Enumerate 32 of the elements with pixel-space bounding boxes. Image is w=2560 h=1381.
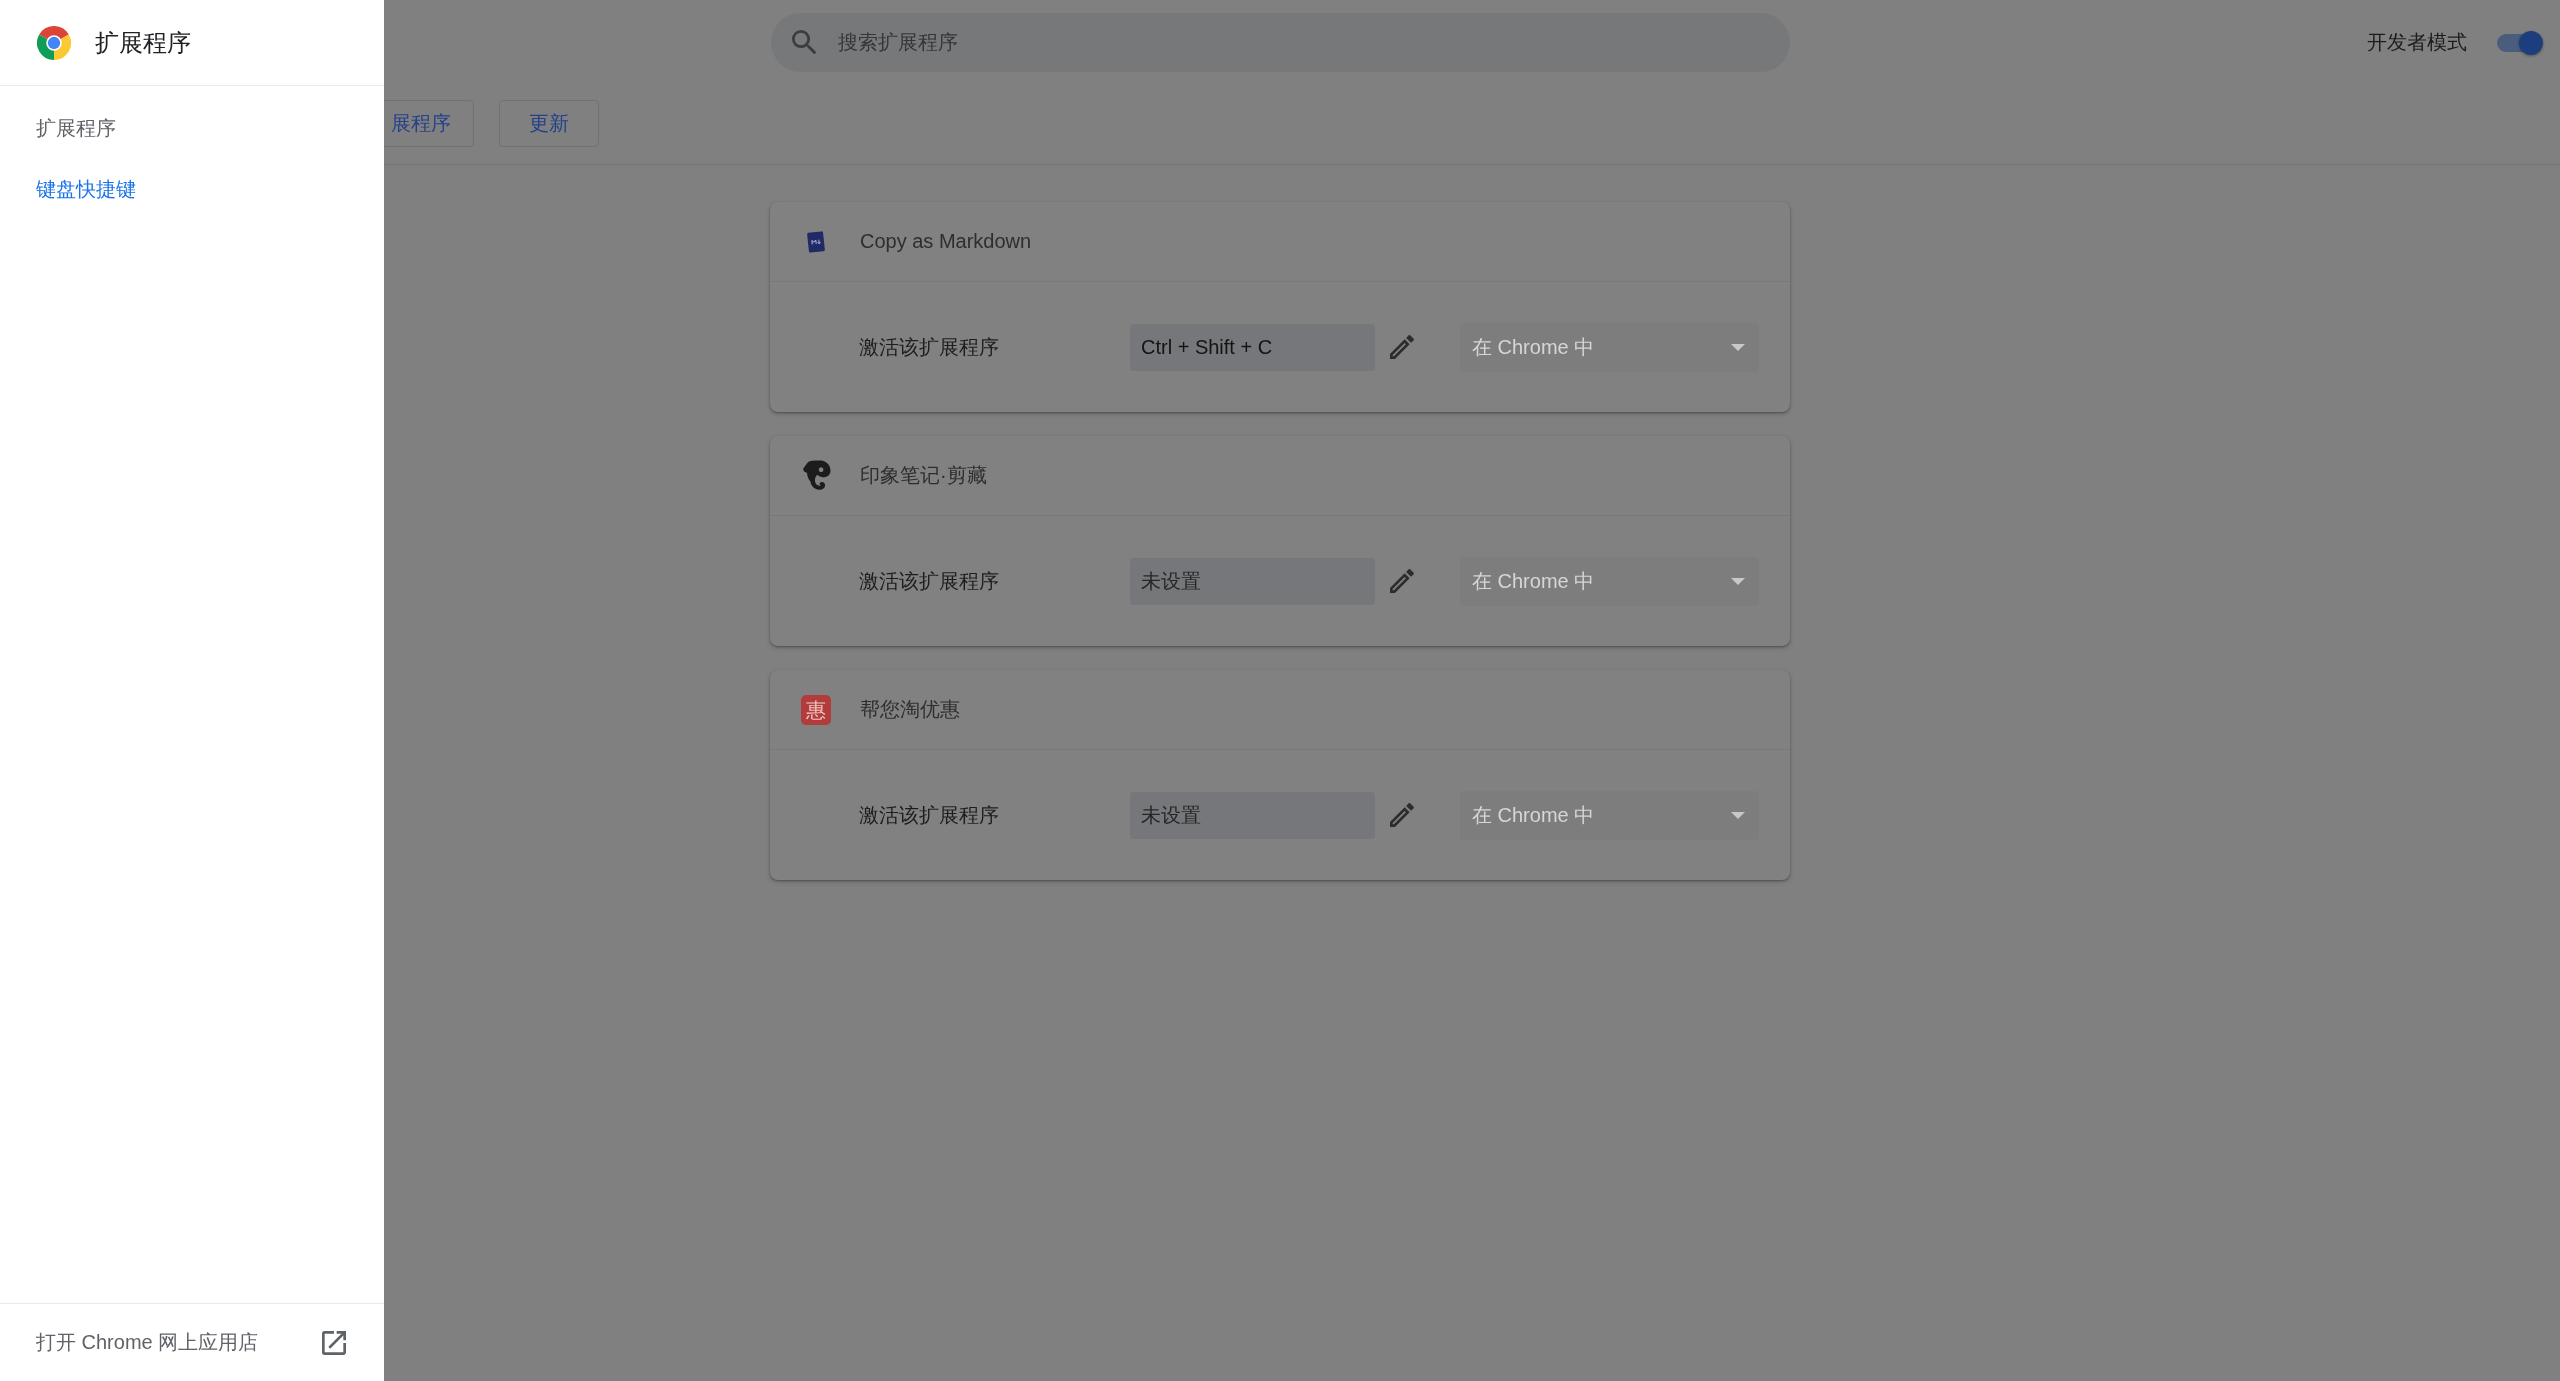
shortcut-label: 激活该扩展程序 xyxy=(859,568,1000,594)
search-field[interactable]: 搜索扩展程序 xyxy=(770,13,1790,72)
extension-name: Copy as Markdown xyxy=(860,230,1032,253)
shortcut-field[interactable]: 未设置 xyxy=(1130,791,1375,839)
store-link[interactable]: 打开 Chrome 网上应用店 xyxy=(36,1329,259,1356)
shortcut-label: 激活该扩展程序 xyxy=(859,802,1000,828)
external-link-icon[interactable] xyxy=(322,1330,346,1355)
search-icon xyxy=(791,30,817,55)
nav-item[interactable]: 扩展程序 xyxy=(0,98,116,159)
extension-name: 印象笔记·剪藏 xyxy=(860,463,987,488)
pencil-icon xyxy=(1390,803,1414,827)
app-logo-icon xyxy=(37,25,71,60)
sidebar-title: 扩展程序 xyxy=(95,27,191,58)
toolbar-button[interactable]: 更新 xyxy=(499,100,599,147)
pencil-icon xyxy=(1390,569,1414,593)
developer-mode-label: 开发者模式 xyxy=(2367,30,2467,55)
shortcut-field[interactable]: Ctrl + Shift + C xyxy=(1130,323,1375,371)
nav-item[interactable]: 键盘快捷键 xyxy=(0,159,136,220)
extension-name: 帮您淘优惠 xyxy=(860,697,960,722)
edit-button[interactable] xyxy=(1388,801,1416,829)
elephant-icon xyxy=(801,460,831,491)
toggle-switch[interactable] xyxy=(2497,29,2545,56)
shortcut-field[interactable]: 未设置 xyxy=(1130,557,1375,605)
caret-icon xyxy=(1731,577,1745,585)
logo-tile: 惠 xyxy=(801,694,831,725)
shortcut-label: 激活该扩展程序 xyxy=(859,334,1000,360)
caret-icon xyxy=(1731,343,1745,351)
caret-icon xyxy=(1731,811,1745,819)
pencil-icon xyxy=(1390,335,1414,359)
edit-button[interactable] xyxy=(1388,333,1416,361)
document-icon xyxy=(805,229,827,254)
edit-button[interactable] xyxy=(1388,567,1416,595)
